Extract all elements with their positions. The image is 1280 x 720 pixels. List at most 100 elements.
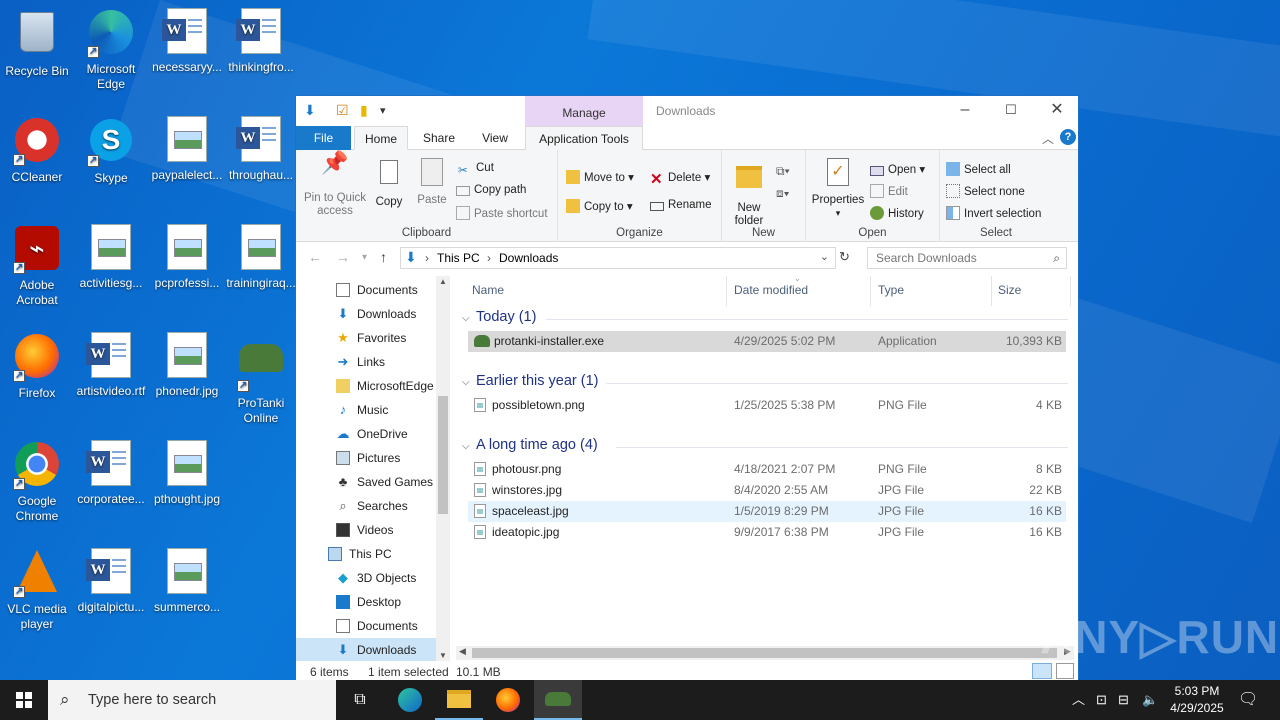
tab-application-tools[interactable]: Application Tools [525, 126, 643, 150]
move-to-button[interactable]: Move to ▾ [566, 170, 634, 184]
desktop-icon-acrobat[interactable]: ⌁ Adobe Acrobat [0, 224, 76, 308]
taskbar-protanki[interactable] [534, 680, 582, 720]
up-arrow-icon[interactable]: ↑ [380, 249, 387, 265]
desktop-icon-firefox[interactable]: Firefox [0, 332, 76, 401]
desktop-icon-protanki[interactable]: ProTanki Online [222, 332, 300, 426]
search-input[interactable]: Search Downloads ⌕ [867, 247, 1067, 269]
easy-access-icon[interactable]: ⧈▾ [776, 186, 790, 201]
desktop-icon-skype[interactable]: S Skype [72, 116, 150, 186]
file-row[interactable]: spaceleast.jpg 1/5/2019 8:29 PM JPG File 16… [468, 501, 1066, 522]
file-group-header[interactable]: ⌵ Today (1) [462, 309, 536, 325]
open-button[interactable]: Open ▾ [870, 162, 925, 176]
back-arrow-icon[interactable]: ← [308, 249, 322, 265]
file-row[interactable]: protanki-installer.exe 4/29/2025 5:02 PM A… [468, 331, 1066, 352]
address-dropdown-icon[interactable]: ⌄ [820, 250, 829, 263]
details-view-icon[interactable] [1032, 663, 1052, 679]
nav-item-favorites[interactable]: ★ Favorites [296, 326, 436, 350]
rename-button[interactable]: Rename [650, 199, 711, 211]
desktop-icon-word[interactable]: Wnecessaryy... [148, 8, 226, 75]
maximize-button[interactable]: ☐ [988, 96, 1034, 126]
scroll-left-icon[interactable]: ◀ [459, 646, 466, 657]
recent-locations-icon[interactable]: ▾ [362, 252, 367, 263]
new-item-icon[interactable]: ⧉▾ [776, 164, 790, 179]
nav-item-searches[interactable]: ⌕ Searches [296, 494, 436, 518]
tab-manage[interactable]: Manage [525, 96, 643, 126]
nav-item-videos[interactable]: Videos [296, 518, 436, 542]
file-row[interactable]: possibletown.png 1/25/2025 5:38 PM PNG Fil… [468, 395, 1066, 416]
desktop-icon-word[interactable]: Wdigitalpictu... [72, 548, 150, 615]
horizontal-scroll-thumb[interactable] [472, 648, 1057, 658]
copy-to-button[interactable]: Copy to ▾ [566, 199, 633, 213]
column-separator[interactable] [1070, 276, 1071, 306]
desktop-icon-ccleaner[interactable]: CCleaner [0, 116, 76, 185]
task-view-button[interactable]: ⧉ [336, 680, 384, 720]
show-hidden-icons[interactable]: ︿ [1072, 680, 1085, 720]
column-type[interactable]: Type [878, 283, 904, 297]
nav-item-music[interactable]: ♪ Music [296, 398, 436, 422]
desktop-icon-image[interactable]: paypalelect... [148, 116, 226, 183]
collapse-ribbon-icon[interactable]: ︿ [1042, 130, 1054, 147]
edit-button[interactable]: Edit [870, 184, 908, 198]
nav-item-documents[interactable]: Documents [296, 278, 436, 302]
nav-item-3d-objects[interactable]: ◆ 3D Objects [296, 566, 436, 590]
column-separator[interactable] [726, 276, 727, 306]
nav-item-onedrive[interactable]: ☁ OneDrive [296, 422, 436, 446]
notifications-icon[interactable]: 🗨 [1238, 680, 1258, 720]
desktop-icon-word[interactable]: Wthinkingfro... [222, 8, 300, 75]
desktop-icon-image[interactable]: pthought.jpg [148, 440, 226, 507]
desktop-icon-image[interactable]: pcprofessi... [148, 224, 226, 291]
tab-home[interactable]: Home [354, 126, 408, 150]
properties-button[interactable]: ✓ Properties ▾ [810, 156, 866, 220]
desktop-icon-chrome[interactable]: Google Chrome [0, 440, 76, 524]
file-row[interactable]: winstores.jpg 8/4/2020 2:55 AM JPG File 22 … [468, 480, 1066, 501]
file-group-header[interactable]: ⌵ Earlier this year (1) [462, 373, 598, 389]
customize-quick-access-icon[interactable]: ▾ [380, 104, 386, 117]
refresh-icon[interactable]: ↻ [839, 249, 850, 265]
taskbar-edge[interactable] [386, 680, 434, 720]
address-bar[interactable]: ⬇ › This PC › Downloads ⌄ [400, 247, 836, 269]
desktop-icon-image[interactable]: summerco... [148, 548, 226, 615]
nav-item-documents[interactable]: Documents [296, 614, 436, 638]
history-button[interactable]: History [870, 206, 924, 220]
tab-view[interactable]: View [468, 126, 522, 150]
file-row[interactable]: ideatopic.jpg 9/9/2017 6:38 PM JPG File 16 … [468, 522, 1066, 543]
invert-selection-button[interactable]: Invert selection [946, 206, 1041, 220]
column-separator[interactable] [870, 276, 871, 306]
desktop-icon-image[interactable]: trainingiraq... [222, 224, 300, 291]
paste-shortcut-button[interactable]: Paste shortcut [456, 206, 548, 220]
minimize-button[interactable]: – [942, 96, 988, 126]
pin-quick-access-button[interactable]: 📌 Pin to Quick access [302, 152, 368, 218]
copy-button[interactable]: Copy [370, 156, 408, 209]
volume-icon[interactable]: 🔈 [1142, 680, 1158, 720]
start-button[interactable] [0, 680, 48, 720]
nav-item-pictures[interactable]: Pictures [296, 446, 436, 470]
column-separator[interactable] [991, 276, 992, 306]
new-folder-button[interactable]: New folder [726, 160, 772, 228]
copy-path-button[interactable]: Copy path [456, 184, 526, 196]
desktop-icon-edge[interactable]: Microsoft Edge [72, 8, 150, 92]
network-device-icon[interactable]: ⊡ [1096, 680, 1107, 720]
desktop-icon-recycle-bin[interactable]: Recycle Bin [0, 8, 76, 79]
network-icon[interactable]: ⊟ [1118, 680, 1129, 720]
column-date-modified[interactable]: Date modified [734, 283, 808, 297]
nav-item-this-pc[interactable]: This PC [296, 542, 436, 566]
nav-item-saved-games[interactable]: ♣ Saved Games [296, 470, 436, 494]
taskbar-file-explorer[interactable] [435, 680, 483, 720]
desktop-icon-word[interactable]: Wartistvideo.rtf [72, 332, 150, 399]
taskbar-firefox[interactable] [484, 680, 532, 720]
help-icon[interactable]: ? [1060, 129, 1076, 145]
cut-button[interactable]: ✂ Cut [458, 162, 494, 177]
desktop-icon-vlc[interactable]: VLC media player [0, 548, 76, 632]
properties-quick-icon[interactable]: ☑ [336, 102, 349, 119]
breadcrumb-downloads[interactable]: Downloads [499, 251, 558, 265]
column-name[interactable]: Name [472, 283, 504, 297]
desktop-icon-image[interactable]: activitiesg... [72, 224, 150, 291]
select-none-button[interactable]: Select none [946, 184, 1025, 198]
navigation-scrollbar[interactable]: ▲ ▼ [436, 276, 450, 661]
tab-share[interactable]: Share [412, 126, 466, 150]
desktop-icon-image[interactable]: phonedr.jpg [148, 332, 226, 399]
nav-item-microsoftedge[interactable]: MicrosoftEdge [296, 374, 436, 398]
desktop-icon-word[interactable]: Wthroughau... [222, 116, 300, 183]
taskbar-search-box[interactable]: ⌕ Type here to search [48, 680, 336, 720]
navigation-scroll-thumb[interactable] [438, 396, 448, 514]
